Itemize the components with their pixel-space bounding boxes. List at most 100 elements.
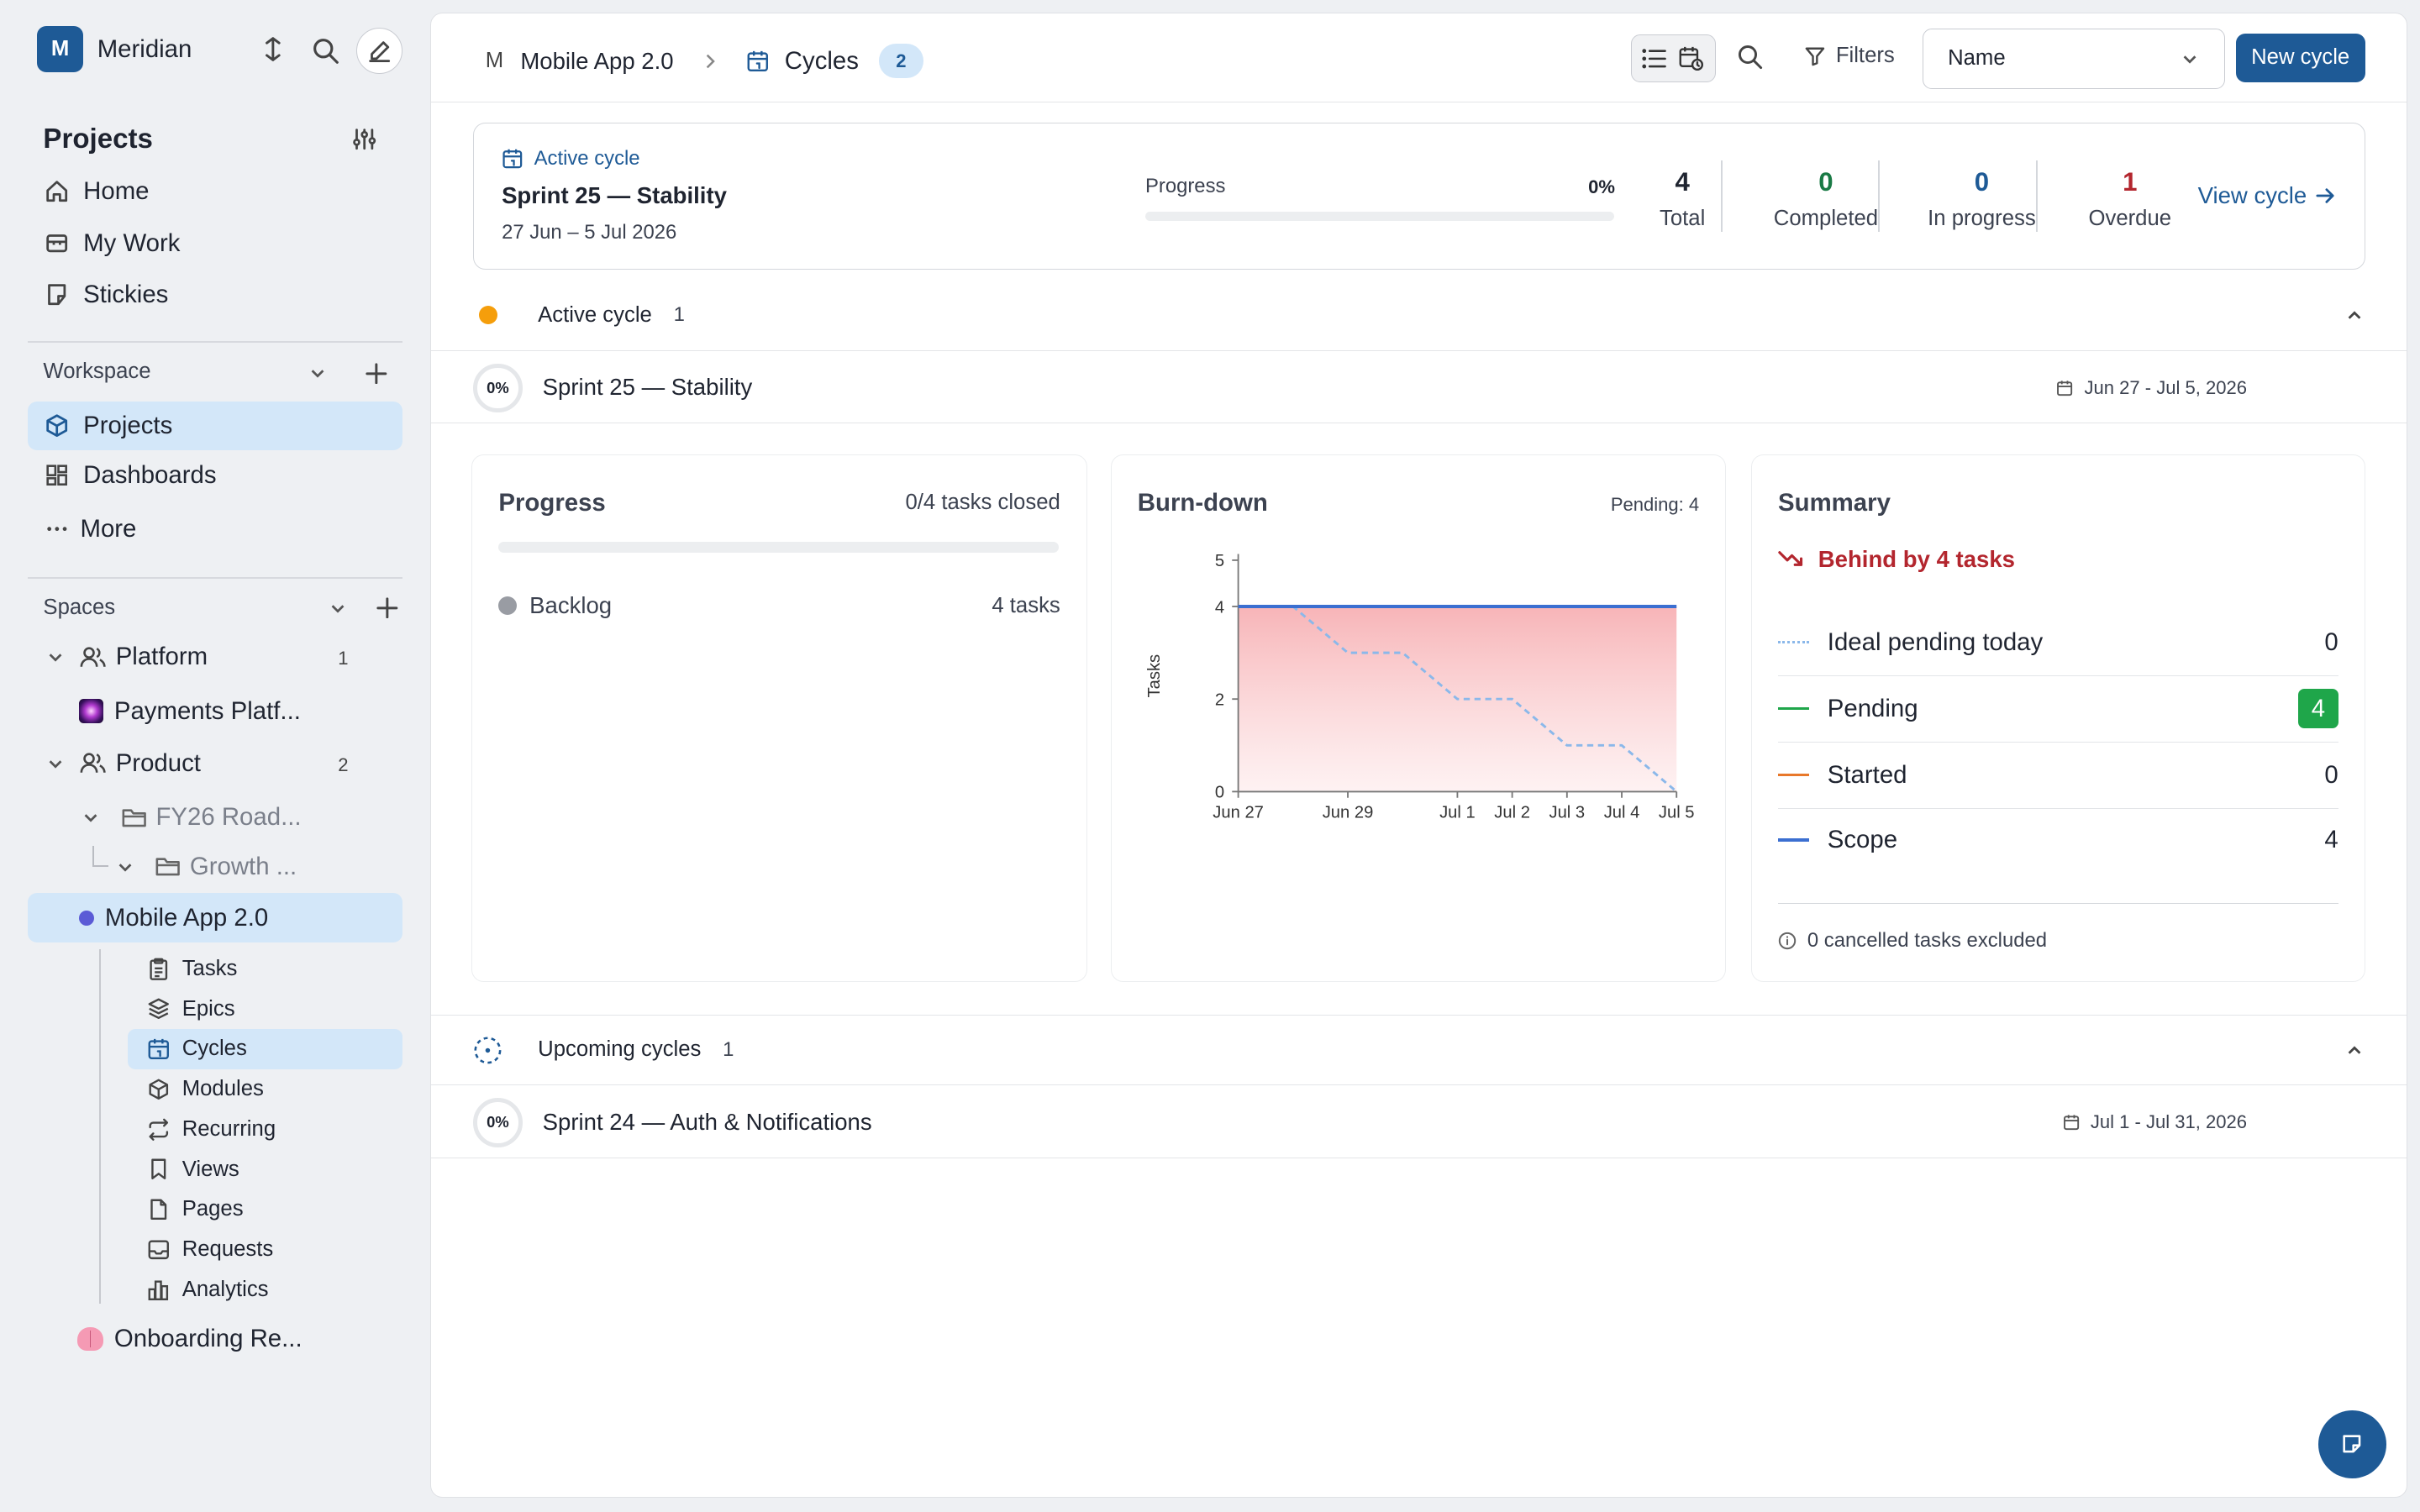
project-nav-modules[interactable]: Modules	[128, 1069, 402, 1110]
chevron-down-icon[interactable]	[82, 808, 103, 827]
stat-total-value: 4	[1675, 166, 1690, 197]
search-icon[interactable]	[310, 35, 341, 66]
stat-overdue-value: 1	[2123, 166, 2138, 197]
active-cycle-dates: 27 Jun – 5 Jul 2026	[502, 220, 677, 244]
active-section-count: 1	[673, 303, 685, 327]
project-nav-views[interactable]: Views	[128, 1149, 402, 1189]
project-nav-modules-label: Modules	[182, 1077, 264, 1101]
inbox-icon	[146, 1237, 171, 1262]
tree-line	[98, 948, 102, 1304]
chevron-down-icon	[2181, 50, 2199, 68]
project-nav-pages[interactable]: Pages	[128, 1189, 402, 1230]
filters-label: Filters	[1835, 44, 1895, 68]
nav-projects[interactable]: Projects	[28, 401, 403, 451]
search-icon[interactable]	[1737, 44, 1763, 70]
folder-icon	[155, 856, 181, 878]
chevron-down-icon[interactable]	[116, 858, 138, 876]
add-workspace-item-icon[interactable]	[364, 361, 388, 386]
nav-my-work[interactable]: My Work	[28, 219, 402, 269]
chevron-down-icon[interactable]	[46, 648, 68, 666]
stat-in-progress-label: In progress	[1928, 206, 2036, 230]
nav-stickies[interactable]: Stickies	[28, 270, 402, 319]
upcoming-section-header[interactable]: Upcoming cycles 1	[431, 1014, 2407, 1086]
project-mobile-app-label: Mobile App 2.0	[104, 903, 269, 932]
stat-overdue: 1 Overdue	[2079, 167, 2181, 231]
sliders-icon[interactable]	[350, 125, 378, 153]
sticky-note-icon	[43, 281, 71, 308]
cycle-row-dates: Jun 27 - Jul 5, 2026	[2056, 377, 2247, 399]
project-mobile-app[interactable]: Mobile App 2.0	[28, 893, 403, 943]
add-space-icon[interactable]	[375, 596, 399, 620]
trend-down-icon	[1778, 549, 1804, 570]
edit-icon	[369, 41, 391, 62]
sort-select-value: Name	[1948, 46, 2006, 71]
nav-projects-label: Projects	[83, 411, 173, 439]
summary-row-ideal: Ideal pending today 0	[1778, 610, 2338, 676]
cycle-progress-circle: 0%	[473, 1097, 523, 1147]
view-cycle-link[interactable]: View cycle	[2198, 182, 2335, 209]
breadcrumb-project[interactable]: Mobile App 2.0	[520, 48, 673, 75]
project-nav-analytics[interactable]: Analytics	[128, 1270, 402, 1310]
project-nav-cycles[interactable]: Cycles	[128, 1029, 403, 1069]
active-cycle-progress-bar	[1144, 211, 1615, 221]
x-tick-label: Jul 3	[1549, 804, 1585, 822]
team-icon	[80, 751, 107, 775]
breadcrumb: M Mobile App 2.0 Cycles 2	[486, 44, 924, 78]
sidebar-divider	[28, 576, 403, 579]
cycle-row-sprint-25[interactable]: 0% Sprint 25 — Stability Jun 27 - Jul 5,…	[431, 351, 2407, 424]
cycle-row-dates-label: Jul 1 - Jul 31, 2026	[2090, 1111, 2248, 1133]
nav-dashboards[interactable]: Dashboards	[28, 450, 402, 500]
upcoming-section-count: 1	[723, 1037, 734, 1061]
summary-footnote-label: 0 cancelled tasks excluded	[1807, 928, 2048, 952]
cycle-row-sprint-24[interactable]: 0% Sprint 24 — Auth & Notifications Jul …	[431, 1085, 2407, 1158]
chevron-down-icon[interactable]	[308, 363, 329, 385]
view-toggle[interactable]	[1630, 34, 1716, 83]
group-backlog-label: Backlog	[529, 592, 613, 619]
workspace-logo[interactable]: M	[37, 26, 84, 73]
bookmark-icon	[146, 1158, 171, 1182]
layers-icon	[146, 997, 171, 1021]
project-nav-tasks[interactable]: Tasks	[128, 949, 402, 990]
calendar-view-icon[interactable]	[1678, 45, 1704, 71]
nav-home[interactable]: Home	[28, 166, 402, 216]
chevron-down-icon[interactable]	[327, 597, 349, 619]
sticky-note-fab[interactable]	[2317, 1410, 2386, 1478]
summary-row-scope-label: Scope	[1827, 826, 1898, 854]
list-view-icon[interactable]	[1642, 48, 1666, 70]
sticky-note-icon	[2343, 1435, 2361, 1453]
cycle-row-dates-label: Jun 27 - Jul 5, 2026	[2084, 377, 2248, 399]
chevron-down-icon[interactable]	[46, 754, 68, 773]
project-nav-epics[interactable]: Epics	[128, 989, 402, 1029]
folder-fy26[interactable]: FY26 Road...	[82, 802, 302, 833]
folder-growth-label: Growth ...	[189, 853, 297, 881]
y-axis-label: Tasks	[1145, 654, 1164, 698]
project-payments[interactable]: Payments Platf...	[78, 696, 301, 727]
nav-more[interactable]: More	[28, 505, 402, 554]
chevron-up-icon[interactable]	[2345, 1042, 2364, 1060]
folder-fy26-label: FY26 Road...	[155, 803, 302, 832]
space-product[interactable]: Product	[46, 748, 201, 780]
progress-panel-title: Progress	[498, 489, 606, 517]
folder-growth[interactable]: Growth ...	[116, 852, 297, 883]
pending-line-swatch	[1778, 706, 1809, 711]
filters-button[interactable]: Filters	[1805, 44, 1895, 68]
chevron-up-icon[interactable]	[2345, 307, 2364, 325]
project-nav-requests-label: Requests	[182, 1237, 274, 1262]
info-icon	[1778, 932, 1797, 950]
project-nav-recurring[interactable]: Recurring	[128, 1110, 402, 1150]
project-onboarding[interactable]: Onboarding Re...	[76, 1324, 302, 1355]
new-cycle-button[interactable]: New cycle	[2235, 33, 2365, 83]
workspace-switch-icon[interactable]	[260, 35, 287, 63]
space-platform[interactable]: Platform	[46, 642, 208, 673]
workspace-name[interactable]: Meridian	[97, 35, 192, 64]
project-nav-requests[interactable]: Requests	[128, 1230, 402, 1270]
cube-icon	[146, 1077, 171, 1101]
active-cycle-section-header[interactable]: Active cycle 1	[431, 280, 2407, 351]
active-cycle-card: Active cycle Sprint 25 — Stability 27 Ju…	[473, 123, 2365, 270]
project-nav-recurring-label: Recurring	[182, 1116, 276, 1141]
sort-select[interactable]: Name	[1922, 29, 2225, 89]
group-backlog[interactable]: Backlog	[498, 592, 612, 619]
clipboard-icon	[146, 957, 171, 981]
cycle-row-dates: Jul 1 - Jul 31, 2026	[2063, 1111, 2247, 1133]
compose-button[interactable]	[356, 28, 403, 75]
